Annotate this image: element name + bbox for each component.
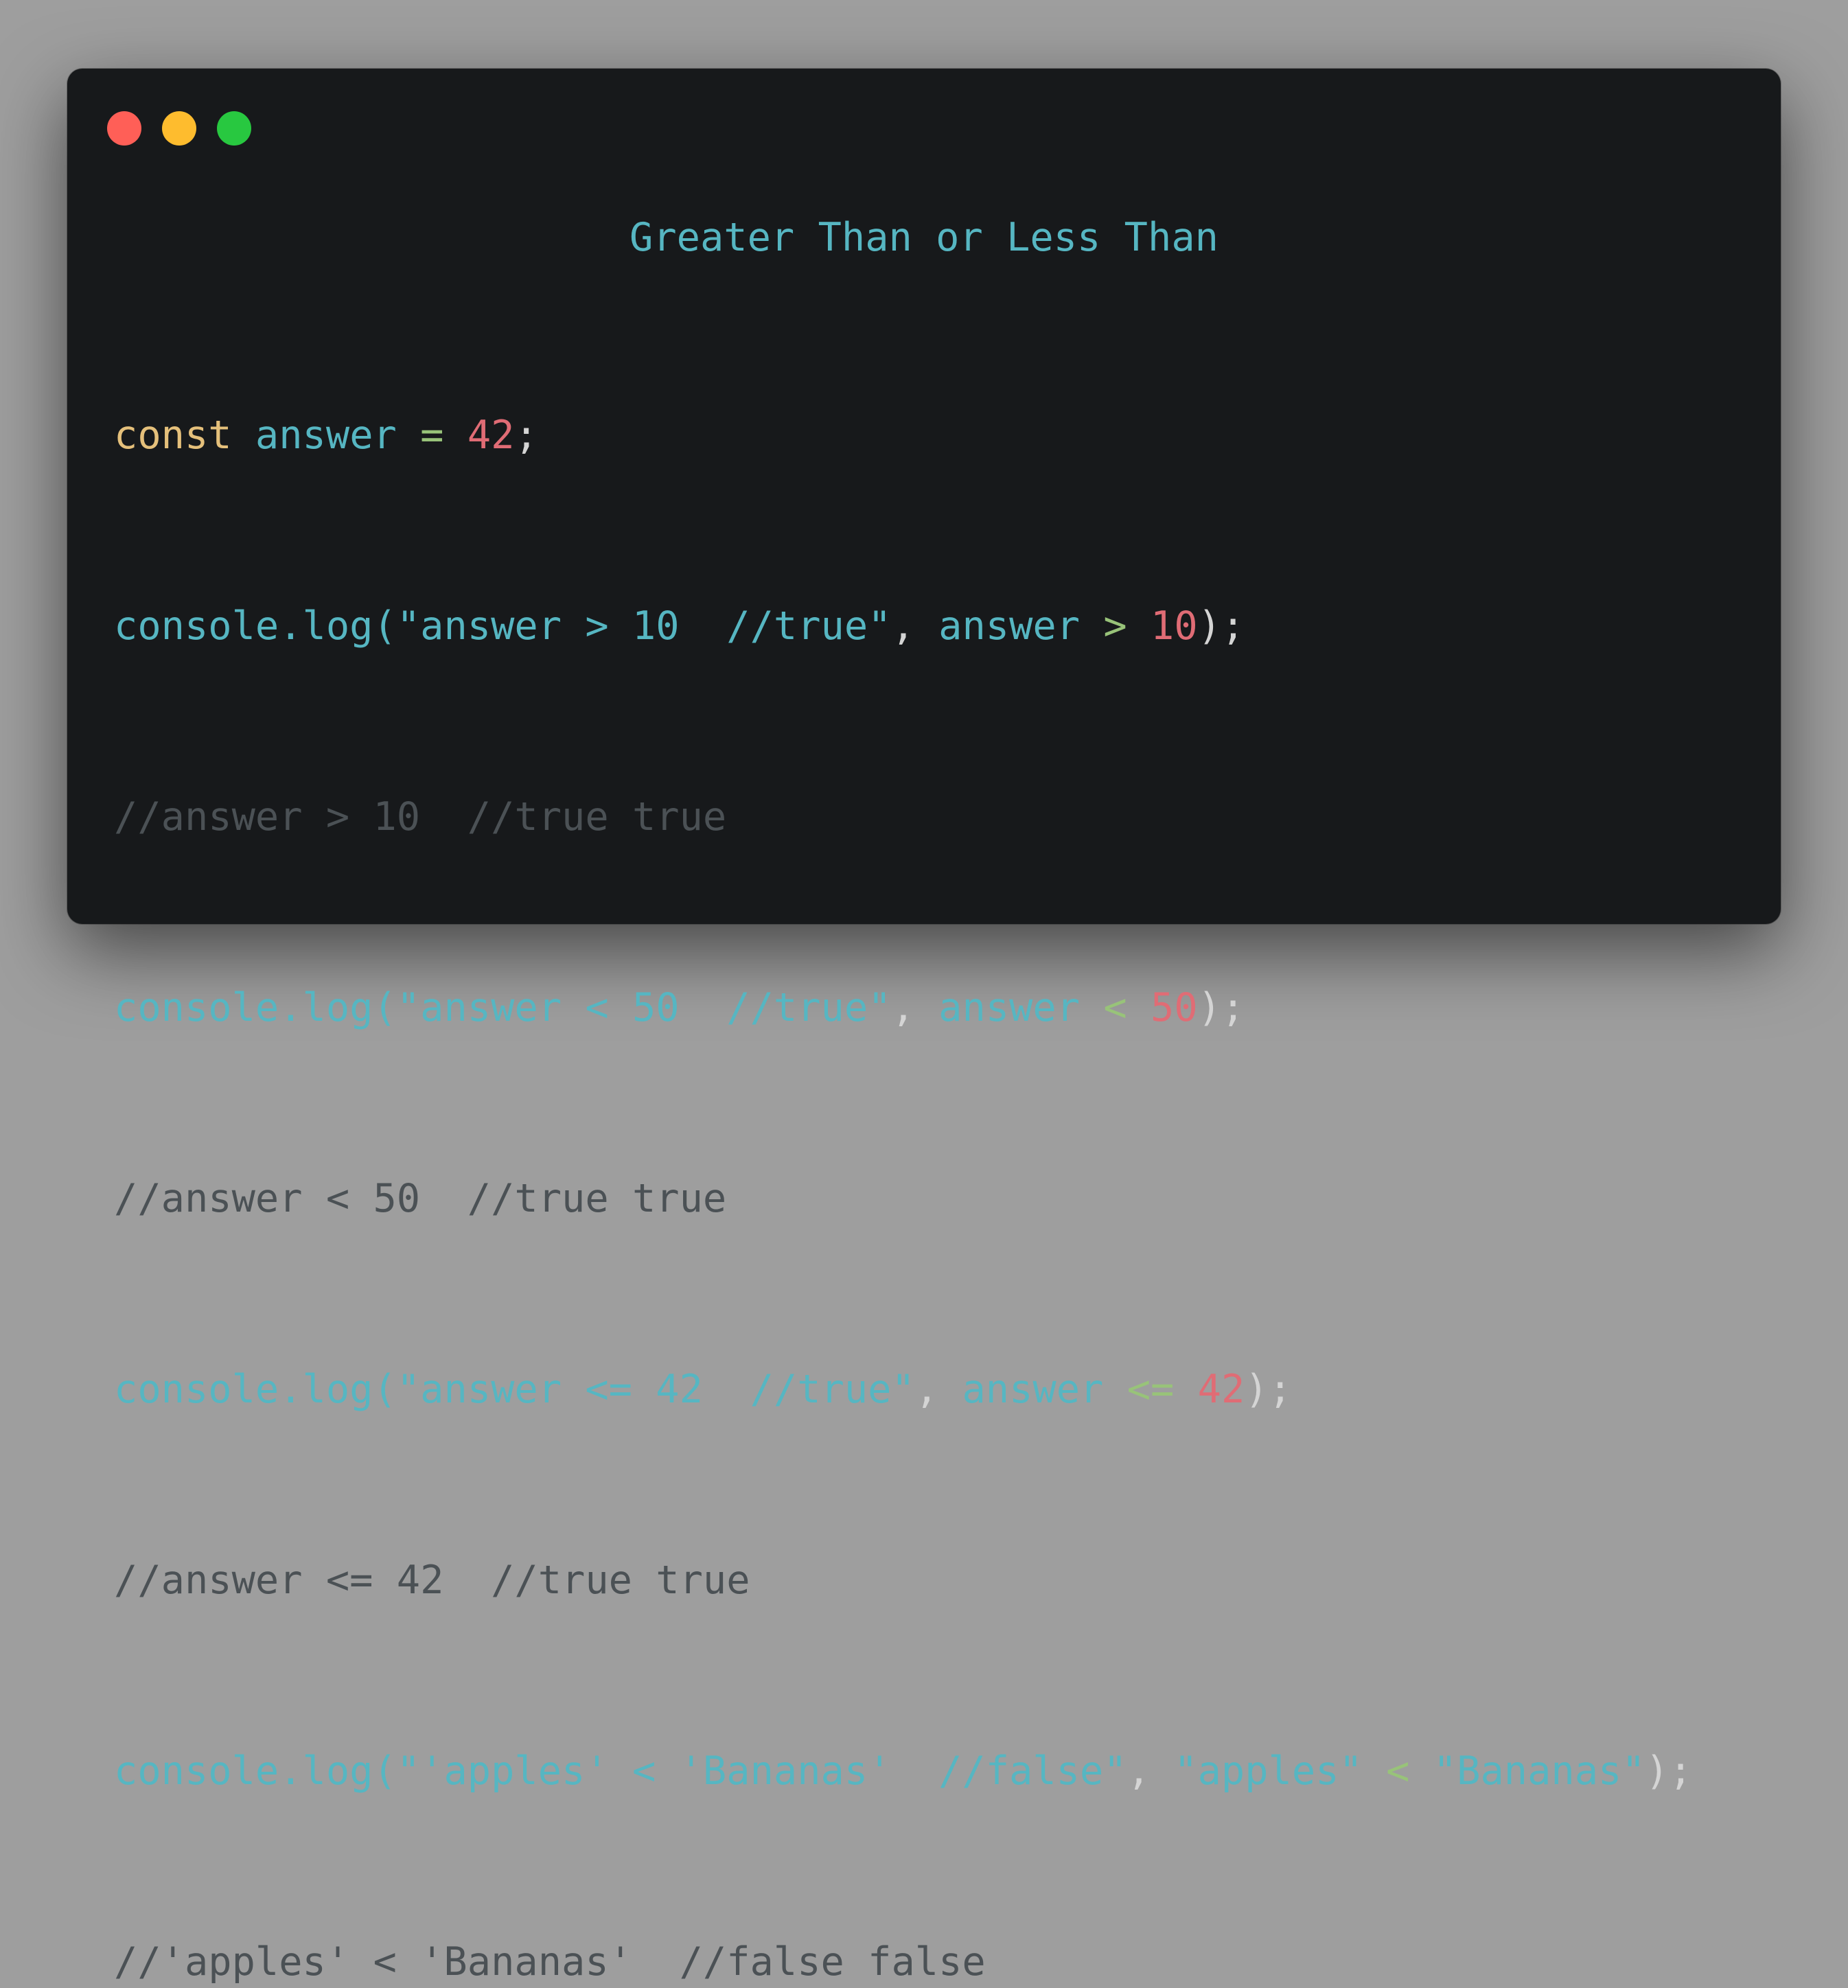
function-call: console.log( [114, 1367, 397, 1412]
identifier: answer [255, 413, 397, 458]
operator: < [1103, 985, 1127, 1030]
code-line-3-comment: //answer > 10 //true true [114, 794, 727, 840]
maximize-dot-icon[interactable] [217, 111, 251, 146]
number: 42 [467, 413, 515, 458]
string-literal: "Bananas" [1433, 1748, 1645, 1794]
function-call: console.log( [114, 603, 397, 649]
close-dot-icon[interactable] [107, 111, 141, 146]
punctuation: , [891, 985, 915, 1030]
number: 50 [1151, 985, 1198, 1030]
keyword-const: const [114, 413, 232, 458]
code-line-5-comment: //answer < 50 //true true [114, 1176, 727, 1221]
punctuation: , [1127, 1748, 1151, 1794]
code-line-1: const answer = 42; [114, 408, 1692, 463]
string-literal: "apples" [1174, 1748, 1363, 1794]
punctuation: ); [1245, 1367, 1292, 1412]
operator: > [1103, 603, 1127, 649]
window-controls [107, 111, 251, 146]
identifier: answer [962, 1367, 1104, 1412]
string-literal: "answer > 10 //true" [396, 603, 892, 649]
punctuation: ); [1197, 603, 1245, 649]
minimize-dot-icon[interactable] [162, 111, 196, 146]
snippet-title: Greater Than or Less Than [630, 215, 1218, 260]
string-literal: "'apples' < 'Bananas' //false" [396, 1748, 1127, 1794]
function-call: console.log( [114, 1748, 397, 1794]
code-line-2: console.log("answer > 10 //true", answer… [114, 599, 1692, 654]
number: 42 [1197, 1367, 1245, 1412]
punctuation: ; [514, 413, 538, 458]
punctuation: , [914, 1367, 939, 1412]
string-literal: "answer <= 42 //true" [396, 1367, 915, 1412]
identifier: answer [938, 603, 1081, 649]
punctuation: , [891, 603, 915, 649]
operator: < [1386, 1748, 1410, 1794]
identifier: answer [938, 985, 1081, 1030]
code-block: const answer = 42; console.log("answer >… [114, 317, 1692, 1988]
code-window: Greater Than or Less Than const answer =… [67, 69, 1781, 1985]
code-line-4: console.log("answer < 50 //true", answer… [114, 980, 1692, 1035]
code-line-6: console.log("answer <= 42 //true", answe… [114, 1362, 1692, 1417]
operator: <= [1127, 1367, 1175, 1412]
code-line-7-comment: //answer <= 42 //true true [114, 1558, 750, 1603]
function-call: console.log( [114, 985, 397, 1030]
number: 10 [1151, 603, 1198, 649]
code-line-9-comment: //'apples' < 'Bananas' //false false [114, 1939, 986, 1985]
string-literal: "answer < 50 //true" [396, 985, 892, 1030]
operator: = [420, 413, 444, 458]
punctuation: ); [1197, 985, 1245, 1030]
code-line-8: console.log("'apples' < 'Bananas' //fals… [114, 1744, 1692, 1799]
punctuation: ); [1645, 1748, 1693, 1794]
